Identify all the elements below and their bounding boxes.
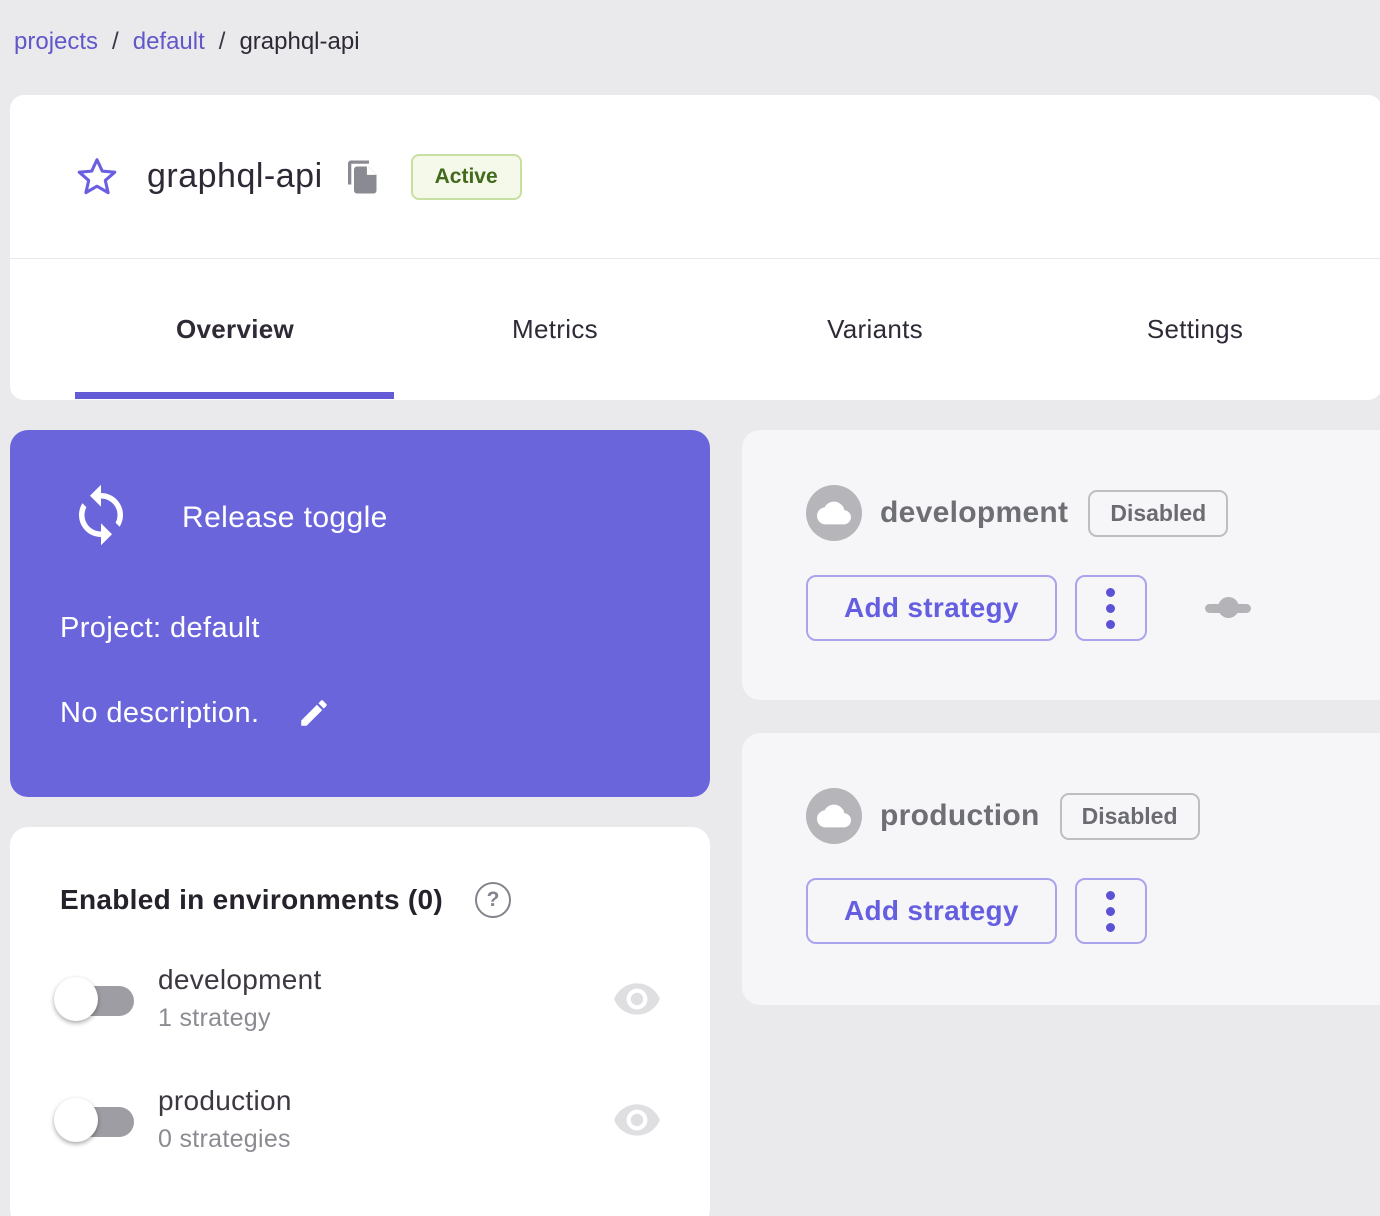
breadcrumb-separator: /	[218, 28, 226, 55]
toggle-description-row: No description.	[60, 696, 331, 730]
feature-toggle-page: projects / default / graphql-api graphql…	[0, 0, 1380, 1216]
enabled-environments-panel: Enabled in environments (0) ? developmen…	[10, 827, 710, 1216]
cloud-icon	[806, 788, 862, 844]
enabled-environments-title: Enabled in environments (0)	[60, 884, 444, 915]
switch-knob	[54, 1097, 98, 1142]
add-strategy-button[interactable]: Add strategy	[806, 575, 1057, 641]
environment-card-production: production Disabled Add strategy	[742, 733, 1380, 1005]
toggle-project-label: Project: default	[60, 612, 260, 644]
add-strategy-button[interactable]: Add strategy	[806, 878, 1057, 944]
switch-knob	[54, 976, 98, 1021]
visibility-eye-icon[interactable]	[612, 974, 662, 1024]
environment-row-text: development 1 strategy	[158, 964, 322, 1033]
breadcrumb-current: graphql-api	[239, 28, 360, 55]
breadcrumb: projects / default / graphql-api	[14, 28, 360, 56]
environment-card-header: development Disabled	[742, 430, 1380, 541]
environment-name: development	[158, 964, 322, 995]
environment-card-name: production	[880, 799, 1040, 832]
environment-card-name: development	[880, 496, 1069, 529]
feature-header-card: graphql-api Active Overview Metrics Vari…	[10, 95, 1380, 400]
tab-overview[interactable]: Overview	[75, 259, 395, 399]
breadcrumb-link-default[interactable]: default	[133, 28, 205, 56]
tab-variants[interactable]: Variants	[715, 259, 1035, 399]
more-options-kebab-icon[interactable]	[1074, 878, 1147, 944]
status-badge: Active	[410, 153, 522, 200]
environment-row-development: development 1 strategy	[10, 964, 710, 1033]
tab-metrics[interactable]: Metrics	[395, 259, 715, 399]
environment-name: production	[158, 1085, 292, 1116]
toggle-type-label: Release toggle	[182, 500, 388, 534]
environment-status-chip: Disabled	[1088, 489, 1229, 537]
visibility-eye-icon[interactable]	[612, 1095, 662, 1145]
development-toggle-switch[interactable]	[50, 974, 142, 1024]
toggle-type-row: Release toggle	[10, 430, 710, 553]
breadcrumb-link-projects[interactable]: projects	[14, 28, 98, 56]
environment-status-chip: Disabled	[1059, 792, 1200, 840]
enabled-environments-header: Enabled in environments (0) ?	[10, 827, 710, 918]
copy-name-icon[interactable]	[345, 159, 381, 195]
breadcrumb-separator: /	[112, 28, 119, 55]
environment-card-actions: Add strategy	[742, 575, 1380, 641]
favorite-star-icon[interactable]	[75, 155, 119, 199]
environment-row-production: production 0 strategies	[10, 1085, 710, 1154]
release-toggle-loop-icon	[68, 482, 134, 553]
edit-description-icon[interactable]	[297, 696, 331, 730]
production-toggle-switch[interactable]	[50, 1095, 142, 1145]
environment-card-development: development Disabled Add strategy	[742, 430, 1380, 700]
page-title: graphql-api	[147, 157, 323, 195]
feature-tabs: Overview Metrics Variants Settings	[10, 258, 1380, 399]
environment-card-header: production Disabled	[742, 733, 1380, 844]
cloud-icon	[806, 485, 862, 541]
more-options-kebab-icon[interactable]	[1074, 575, 1147, 641]
help-icon[interactable]: ?	[475, 882, 512, 918]
environment-strategy-count: 1 strategy	[158, 1004, 271, 1032]
slider-icon[interactable]	[1204, 596, 1251, 620]
tab-settings[interactable]: Settings	[1035, 259, 1355, 399]
active-tab-indicator	[75, 392, 394, 399]
toggle-description-text: No description.	[60, 696, 260, 729]
environment-card-actions: Add strategy	[742, 878, 1380, 944]
toggle-info-card: Release toggle Project: default No descr…	[10, 430, 710, 797]
feature-header-row: graphql-api Active	[10, 95, 1380, 258]
environment-row-text: production 0 strategies	[158, 1085, 292, 1154]
environment-strategy-count: 0 strategies	[158, 1125, 291, 1153]
